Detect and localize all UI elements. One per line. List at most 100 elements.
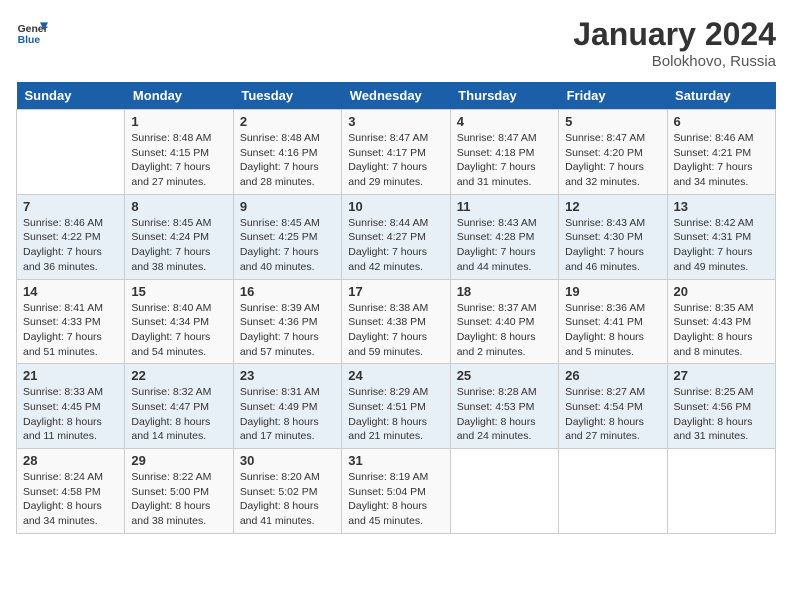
calendar-cell: 2Sunrise: 8:48 AM Sunset: 4:16 PM Daylig… (233, 110, 341, 195)
calendar-cell: 9 Sunrise: 8:45 AM Sunset: 4:25 PM Daylig… (233, 194, 341, 279)
day-info: Sunrise: 8:32 AM Sunset: 4:47 PM Dayligh… (131, 385, 226, 444)
calendar-cell: 5Sunrise: 8:47 AM Sunset: 4:20 PM Daylig… (559, 110, 667, 195)
day-number: 9 (240, 199, 335, 214)
day-number: 18 (457, 284, 552, 299)
day-header-wednesday: Wednesday (342, 82, 450, 110)
day-info: Sunrise: 8:22 AM Sunset: 5:00 PM Dayligh… (131, 470, 226, 529)
day-number: 5 (565, 114, 660, 129)
calendar-cell: 10 Sunrise: 8:44 AM Sunset: 4:27 PM Dayli… (342, 194, 450, 279)
day-header-friday: Friday (559, 82, 667, 110)
calendar-cell: 31Sunrise: 8:19 AM Sunset: 5:04 PM Dayli… (342, 449, 450, 534)
day-info: Sunrise: 8:25 AM Sunset: 4:56 PM Dayligh… (674, 385, 769, 444)
day-info: Sunrise: 8:37 AM Sunset: 4:40 PM Dayligh… (457, 301, 552, 360)
day-number: 31 (348, 453, 443, 468)
calendar-cell: 21 Sunrise: 8:33 AM Sunset: 4:45 PM Dayli… (17, 364, 125, 449)
title-block: January 2024 Bolokhovo, Russia (573, 16, 776, 70)
day-header-monday: Monday (125, 82, 233, 110)
day-info: Sunrise: 8:28 AM Sunset: 4:53 PM Dayligh… (457, 385, 552, 444)
day-number: 28 (23, 453, 118, 468)
day-number: 11 (457, 199, 552, 214)
day-info: Sunrise: 8:27 AM Sunset: 4:54 PM Dayligh… (565, 385, 660, 444)
day-info: Sunrise: 8:36 AM Sunset: 4:41 PM Dayligh… (565, 301, 660, 360)
calendar-cell: 1 Sunrise: 8:48 AM Sunset: 4:15 PM Daylig… (125, 110, 233, 195)
calendar-cell: 6 Sunrise: 8:46 AM Sunset: 4:21 PM Daylig… (667, 110, 775, 195)
day-info: Sunrise: 8:33 AM Sunset: 4:45 PM Dayligh… (23, 385, 118, 444)
day-number: 1 (131, 114, 226, 129)
calendar-header-row: SundayMondayTuesdayWednesdayThursdayFrid… (17, 82, 776, 110)
day-number: 8 (131, 199, 226, 214)
calendar-cell: 15 Sunrise: 8:40 AM Sunset: 4:34 PM Dayli… (125, 279, 233, 364)
day-number: 14 (23, 284, 118, 299)
day-info: Sunrise: 8:41 AM Sunset: 4:33 PM Dayligh… (23, 301, 118, 360)
day-number: 16 (240, 284, 335, 299)
calendar-table: SundayMondayTuesdayWednesdayThursdayFrid… (16, 82, 776, 534)
day-info: Sunrise: 8:20 AM Sunset: 5:02 PM Dayligh… (240, 470, 335, 529)
day-info: Sunrise: 8:46 AM Sunset: 4:22 PM Dayligh… (23, 216, 118, 275)
calendar-cell: 19Sunrise: 8:36 AM Sunset: 4:41 PM Dayli… (559, 279, 667, 364)
calendar-cell: 11 Sunrise: 8:43 AM Sunset: 4:28 PM Dayli… (450, 194, 558, 279)
calendar-cell: 12Sunrise: 8:43 AM Sunset: 4:30 PM Dayli… (559, 194, 667, 279)
calendar-cell: 24 Sunrise: 8:29 AM Sunset: 4:51 PM Dayli… (342, 364, 450, 449)
calendar-cell: 27 Sunrise: 8:25 AM Sunset: 4:56 PM Dayli… (667, 364, 775, 449)
day-number: 29 (131, 453, 226, 468)
day-info: Sunrise: 8:45 AM Sunset: 4:24 PM Dayligh… (131, 216, 226, 275)
day-header-thursday: Thursday (450, 82, 558, 110)
day-info: Sunrise: 8:46 AM Sunset: 4:21 PM Dayligh… (674, 131, 769, 190)
calendar-cell: 28Sunrise: 8:24 AM Sunset: 4:58 PM Dayli… (17, 449, 125, 534)
calendar-cell (667, 449, 775, 534)
calendar-cell: 8 Sunrise: 8:45 AM Sunset: 4:24 PM Daylig… (125, 194, 233, 279)
day-number: 26 (565, 368, 660, 383)
day-info: Sunrise: 8:44 AM Sunset: 4:27 PM Dayligh… (348, 216, 443, 275)
day-info: Sunrise: 8:39 AM Sunset: 4:36 PM Dayligh… (240, 301, 335, 360)
day-number: 3 (348, 114, 443, 129)
week-row-5: 28Sunrise: 8:24 AM Sunset: 4:58 PM Dayli… (17, 449, 776, 534)
calendar-cell: 26 Sunrise: 8:27 AM Sunset: 4:54 PM Dayli… (559, 364, 667, 449)
calendar-cell: 17Sunrise: 8:38 AM Sunset: 4:38 PM Dayli… (342, 279, 450, 364)
day-number: 13 (674, 199, 769, 214)
day-number: 25 (457, 368, 552, 383)
day-info: Sunrise: 8:29 AM Sunset: 4:51 PM Dayligh… (348, 385, 443, 444)
calendar-cell: 25 Sunrise: 8:28 AM Sunset: 4:53 PM Dayli… (450, 364, 558, 449)
week-row-2: 7 Sunrise: 8:46 AM Sunset: 4:22 PM Daylig… (17, 194, 776, 279)
day-number: 21 (23, 368, 118, 383)
calendar-cell: 18 Sunrise: 8:37 AM Sunset: 4:40 PM Dayli… (450, 279, 558, 364)
svg-text:Blue: Blue (18, 35, 41, 46)
logo-icon: General Blue (16, 16, 48, 48)
calendar-cell (559, 449, 667, 534)
day-number: 27 (674, 368, 769, 383)
week-row-3: 14 Sunrise: 8:41 AM Sunset: 4:33 PM Dayli… (17, 279, 776, 364)
day-number: 4 (457, 114, 552, 129)
day-info: Sunrise: 8:48 AM Sunset: 4:15 PM Dayligh… (131, 131, 226, 190)
day-info: Sunrise: 8:35 AM Sunset: 4:43 PM Dayligh… (674, 301, 769, 360)
day-number: 10 (348, 199, 443, 214)
day-number: 15 (131, 284, 226, 299)
day-number: 17 (348, 284, 443, 299)
calendar-cell: 13Sunrise: 8:42 AM Sunset: 4:31 PM Dayli… (667, 194, 775, 279)
day-info: Sunrise: 8:47 AM Sunset: 4:17 PM Dayligh… (348, 131, 443, 190)
calendar-cell: 4Sunrise: 8:47 AM Sunset: 4:18 PM Daylig… (450, 110, 558, 195)
logo: General Blue (16, 16, 48, 48)
calendar-cell: 3 Sunrise: 8:47 AM Sunset: 4:17 PM Daylig… (342, 110, 450, 195)
day-info: Sunrise: 8:45 AM Sunset: 4:25 PM Dayligh… (240, 216, 335, 275)
calendar-cell: 30Sunrise: 8:20 AM Sunset: 5:02 PM Dayli… (233, 449, 341, 534)
day-info: Sunrise: 8:40 AM Sunset: 4:34 PM Dayligh… (131, 301, 226, 360)
day-number: 12 (565, 199, 660, 214)
calendar-cell: 14 Sunrise: 8:41 AM Sunset: 4:33 PM Dayli… (17, 279, 125, 364)
calendar-cell (450, 449, 558, 534)
day-number: 20 (674, 284, 769, 299)
calendar-cell (17, 110, 125, 195)
day-header-tuesday: Tuesday (233, 82, 341, 110)
month-title: January 2024 (573, 16, 776, 53)
calendar-cell: 23Sunrise: 8:31 AM Sunset: 4:49 PM Dayli… (233, 364, 341, 449)
day-number: 7 (23, 199, 118, 214)
day-number: 2 (240, 114, 335, 129)
calendar-cell: 20 Sunrise: 8:35 AM Sunset: 4:43 PM Dayli… (667, 279, 775, 364)
location-subtitle: Bolokhovo, Russia (573, 53, 776, 70)
day-number: 22 (131, 368, 226, 383)
week-row-4: 21 Sunrise: 8:33 AM Sunset: 4:45 PM Dayli… (17, 364, 776, 449)
calendar-cell: 7 Sunrise: 8:46 AM Sunset: 4:22 PM Daylig… (17, 194, 125, 279)
day-info: Sunrise: 8:43 AM Sunset: 4:28 PM Dayligh… (457, 216, 552, 275)
day-number: 24 (348, 368, 443, 383)
day-number: 23 (240, 368, 335, 383)
day-number: 6 (674, 114, 769, 129)
